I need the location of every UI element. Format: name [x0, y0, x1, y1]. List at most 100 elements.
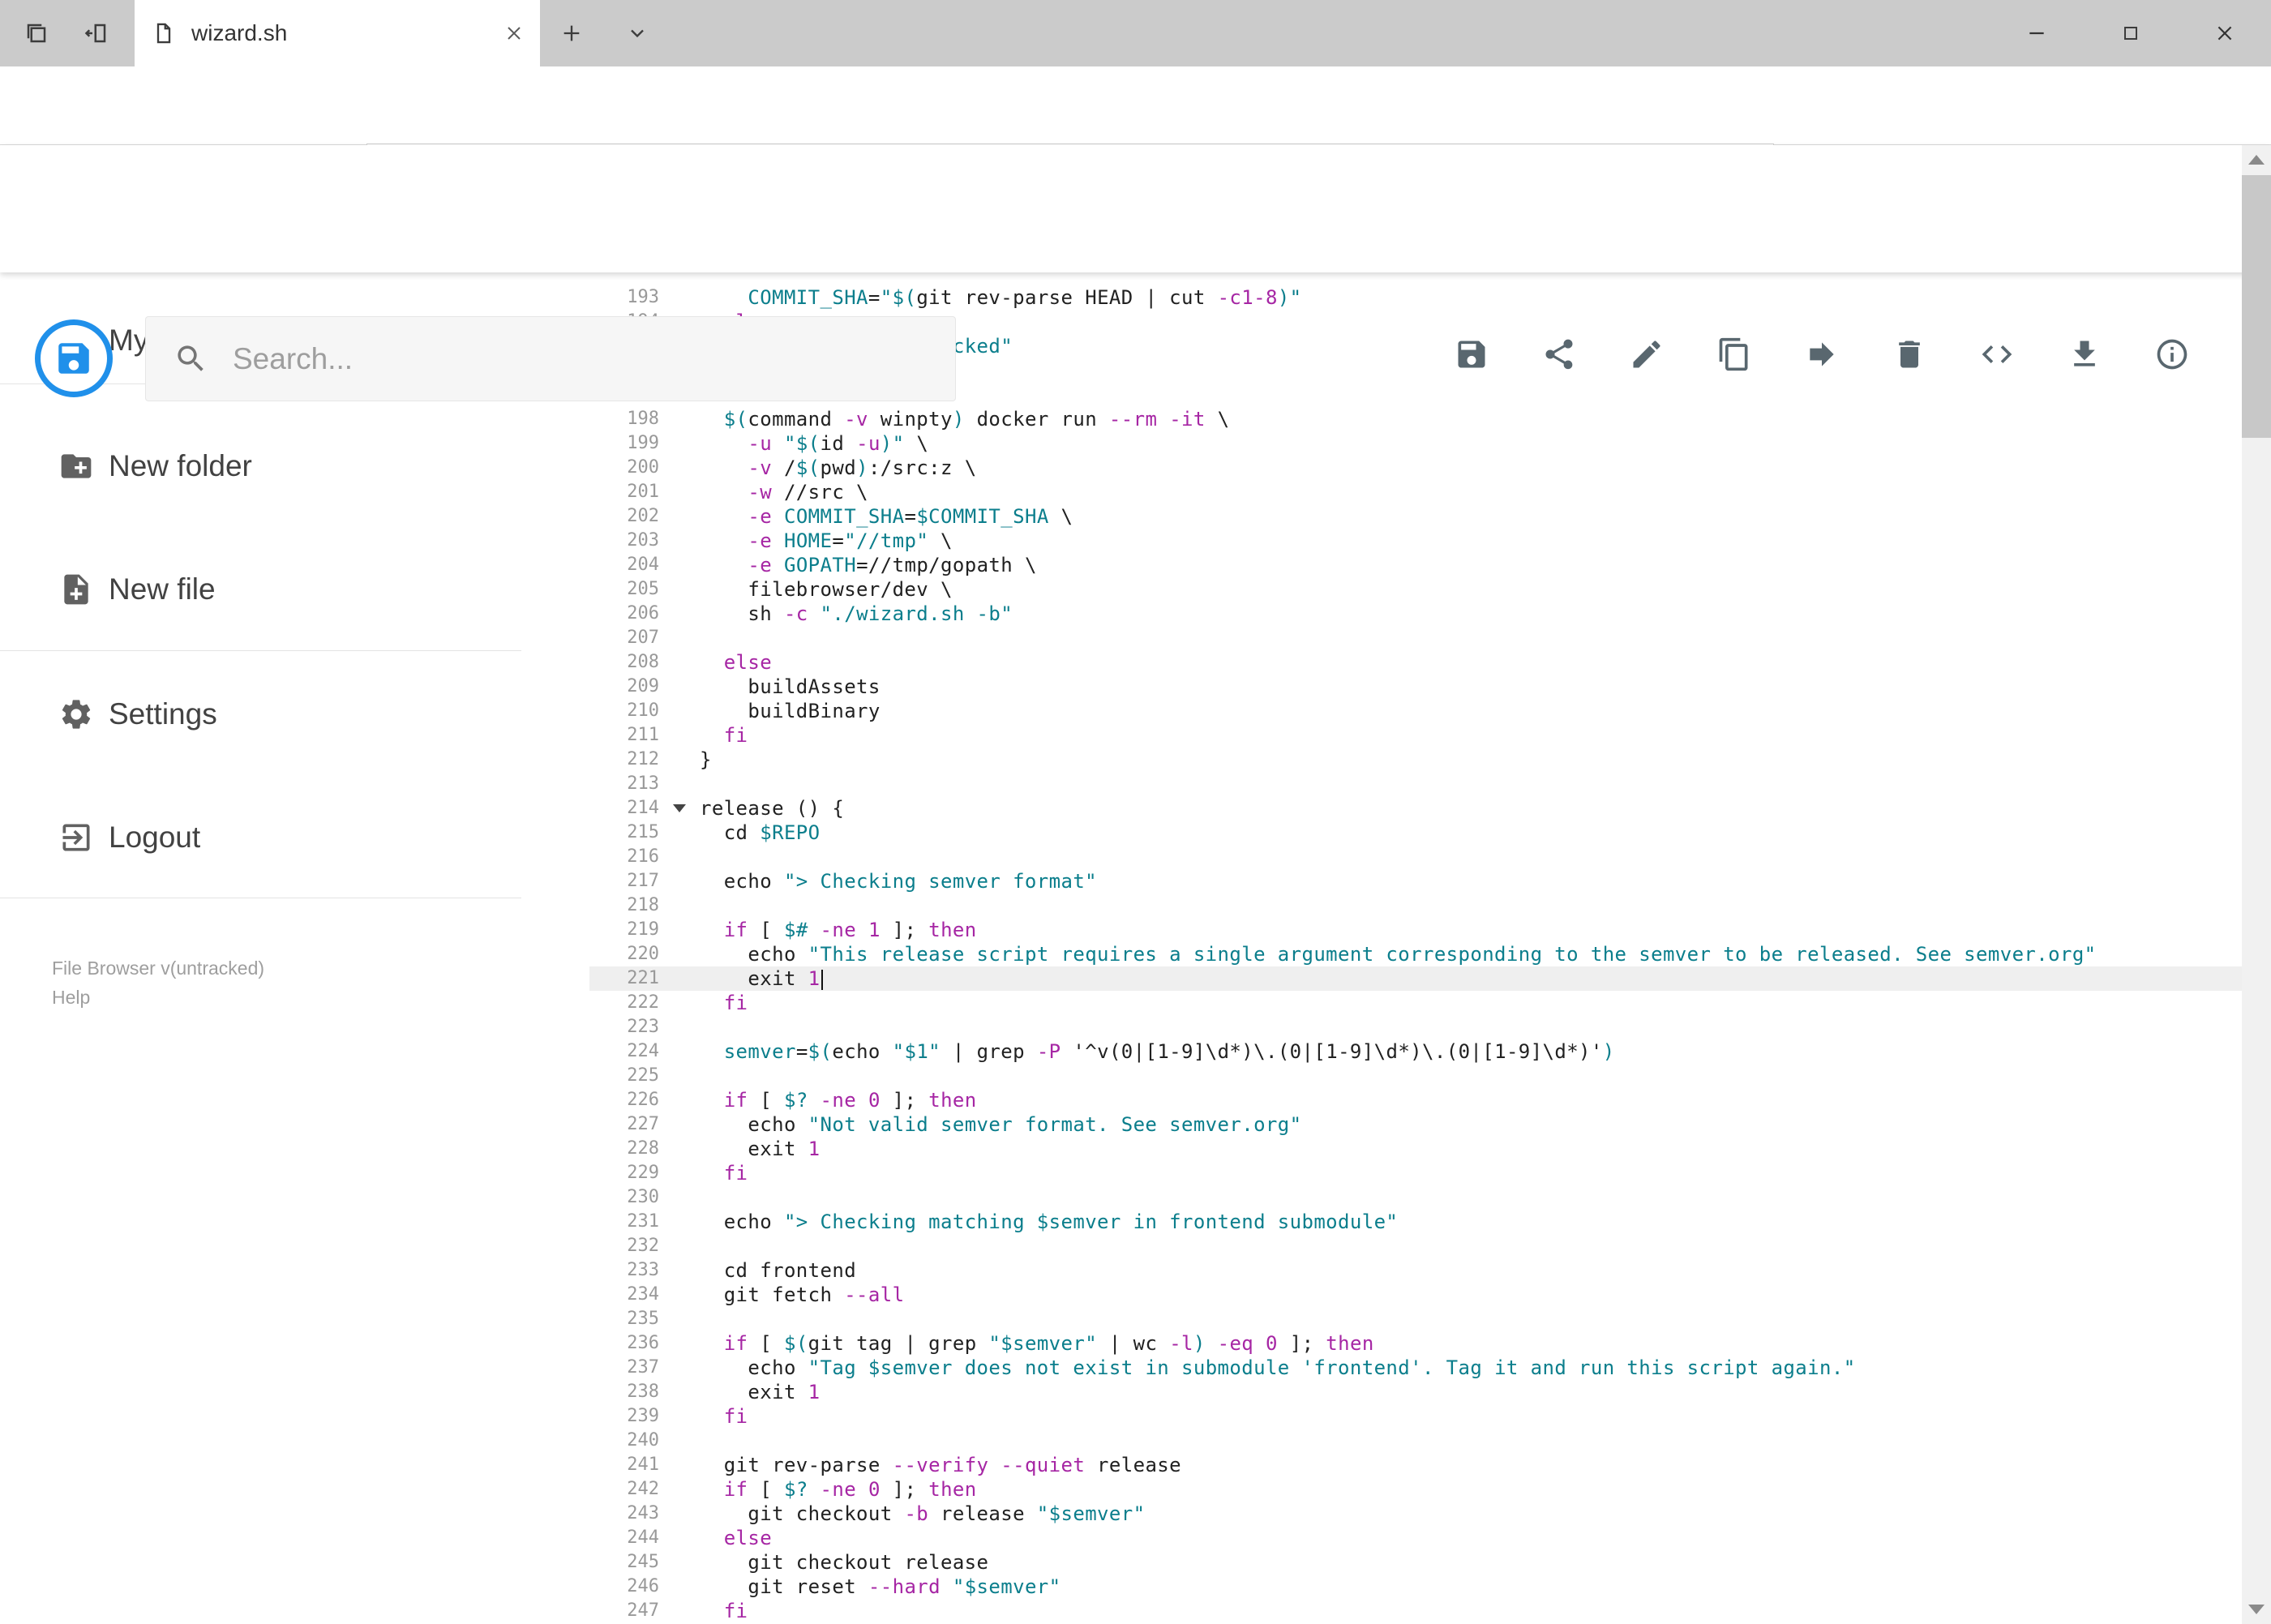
code-line[interactable]: 208 else: [589, 650, 2242, 675]
scrollbar-down-arrow-icon[interactable]: [2248, 1605, 2265, 1614]
window-maximize-button[interactable]: [2090, 0, 2171, 66]
code-line[interactable]: 226 if [ $? -ne 0 ]; then: [589, 1088, 2242, 1112]
code-line[interactable]: 221 exit 1: [589, 966, 2242, 991]
line-number: 208: [627, 652, 659, 672]
code-line[interactable]: 215 cd $REPO: [589, 821, 2242, 845]
code-line[interactable]: 205 filebrowser/dev \: [589, 577, 2242, 602]
code-line[interactable]: 206 sh -c "./wizard.sh -b": [589, 602, 2242, 626]
code-line[interactable]: 242 if [ $? -ne 0 ]; then: [589, 1477, 2242, 1502]
scrollbar-thumb[interactable]: [2242, 175, 2271, 438]
fold-arrow-icon[interactable]: [673, 804, 686, 812]
fold-gutter: [659, 1258, 700, 1283]
sidebar-item-logout[interactable]: Logout: [0, 805, 521, 870]
fold-gutter: [659, 1137, 700, 1161]
code-line[interactable]: 232: [589, 1234, 2242, 1258]
code-line[interactable]: 247 fi: [589, 1599, 2242, 1623]
delete-button[interactable]: [1881, 326, 1938, 383]
line-number: 204: [627, 555, 659, 575]
code-line[interactable]: 210 buildBinary: [589, 699, 2242, 723]
code-line[interactable]: 204 -e GOPATH=//tmp/gopath \: [589, 553, 2242, 577]
fold-gutter: [659, 1453, 700, 1477]
code-line[interactable]: 222 fi: [589, 991, 2242, 1015]
code-line[interactable]: 216: [589, 845, 2242, 869]
code-line[interactable]: 209 buildAssets: [589, 675, 2242, 699]
code-line[interactable]: 231 echo "> Checking matching $semver in…: [589, 1210, 2242, 1234]
code-line[interactable]: 223: [589, 1015, 2242, 1039]
line-number: 226: [627, 1090, 659, 1110]
info-button[interactable]: [2144, 326, 2200, 383]
tab-close-icon[interactable]: [504, 24, 524, 43]
code-text: fi: [723, 992, 748, 1014]
fold-gutter: [659, 772, 700, 796]
code-line[interactable]: 213: [589, 772, 2242, 796]
code-line[interactable]: 200 -v /$(pwd):/src:z \: [589, 456, 2242, 480]
code-line[interactable]: 245 git checkout release: [589, 1550, 2242, 1575]
code-line[interactable]: 234 git fetch --all: [589, 1283, 2242, 1307]
code-line[interactable]: 201 -w //src \: [589, 480, 2242, 504]
code-line[interactable]: 241 git rev-parse --verify --quiet relea…: [589, 1453, 2242, 1477]
code-line[interactable]: 244 else: [589, 1526, 2242, 1550]
help-link[interactable]: Help: [52, 983, 90, 1012]
code-line[interactable]: 207: [589, 626, 2242, 650]
code-line[interactable]: 211 fi: [589, 723, 2242, 748]
code-line[interactable]: 224 semver=$(echo "$1" | grep -P '^v(0|[…: [589, 1039, 2242, 1064]
line-number: 218: [627, 895, 659, 915]
fold-gutter[interactable]: [659, 796, 700, 821]
set-aside-tabs-button[interactable]: [75, 11, 118, 55]
fold-gutter: [659, 991, 700, 1015]
code-line[interactable]: 220 echo "This release script requires a…: [589, 942, 2242, 966]
scrollbar-up-arrow-icon[interactable]: [2248, 155, 2265, 165]
code-line[interactable]: 199 -u "$(id -u)" \: [589, 431, 2242, 456]
code-line[interactable]: 218: [589, 893, 2242, 918]
filebrowser-logo[interactable]: [35, 319, 113, 397]
code-line[interactable]: 214 release () {: [589, 796, 2242, 821]
code-text: fi: [723, 1162, 748, 1185]
code-line[interactable]: 240: [589, 1429, 2242, 1453]
share-button[interactable]: [1531, 326, 1588, 383]
code-line[interactable]: 229 fi: [589, 1161, 2242, 1185]
code-line[interactable]: 236 if [ $(git tag | grep "$semver" | wc…: [589, 1331, 2242, 1356]
code-line[interactable]: 243 git checkout -b release "$semver": [589, 1502, 2242, 1526]
code-line[interactable]: 230: [589, 1185, 2242, 1210]
code-line[interactable]: 239 fi: [589, 1404, 2242, 1429]
code-editor[interactable]: 193 COMMIT_SHA="$(git rev-parse HEAD | c…: [589, 272, 2242, 1624]
window-close-button[interactable]: [2184, 0, 2265, 66]
tab-list-button[interactable]: [615, 11, 659, 55]
code-line[interactable]: 246 git reset --hard "$semver": [589, 1575, 2242, 1599]
raw-code-button[interactable]: [1969, 326, 2025, 383]
code-line[interactable]: 235: [589, 1307, 2242, 1331]
code-line[interactable]: 228 exit 1: [589, 1137, 2242, 1161]
code-line[interactable]: 225: [589, 1064, 2242, 1088]
sidebar-item-settings[interactable]: Settings: [0, 682, 521, 747]
code-line[interactable]: 233 cd frontend: [589, 1258, 2242, 1283]
move-button[interactable]: [1793, 326, 1850, 383]
search-input[interactable]: [231, 341, 880, 377]
tab-preview-button[interactable]: [15, 11, 58, 55]
fold-gutter: [659, 456, 700, 480]
code-line[interactable]: 212}: [589, 748, 2242, 772]
code-line[interactable]: 238 exit 1: [589, 1380, 2242, 1404]
code-line[interactable]: 227 echo "Not valid semver format. See s…: [589, 1112, 2242, 1137]
edit-button[interactable]: [1618, 326, 1675, 383]
save-button[interactable]: [1443, 326, 1500, 383]
code-line[interactable]: 219 if [ $# -ne 1 ]; then: [589, 918, 2242, 942]
download-button[interactable]: [2056, 326, 2113, 383]
copy-button[interactable]: [1706, 326, 1763, 383]
sidebar-item-new-file[interactable]: New file: [0, 557, 521, 622]
sidebar-item-new-folder[interactable]: New folder: [0, 434, 521, 499]
new-tab-button[interactable]: [550, 11, 593, 55]
code-text: buildBinary: [700, 700, 881, 722]
code-line[interactable]: 203 -e HOME="//tmp" \: [589, 529, 2242, 553]
code-line[interactable]: 202 -e COMMIT_SHA=$COMMIT_SHA \: [589, 504, 2242, 529]
fold-gutter: [659, 650, 700, 675]
browser-tab[interactable]: wizard.sh: [135, 0, 540, 66]
code-text: buildAssets: [700, 675, 881, 698]
code-text: exit 1: [700, 966, 823, 991]
search-box[interactable]: [145, 316, 956, 401]
fold-gutter: [659, 626, 700, 650]
code-line[interactable]: 217 echo "> Checking semver format": [589, 869, 2242, 893]
code-line[interactable]: 237 echo "Tag $semver does not exist in …: [589, 1356, 2242, 1380]
window-minimize-button[interactable]: [1996, 0, 2077, 66]
line-number: 222: [627, 992, 659, 1013]
page-scrollbar[interactable]: [2242, 145, 2271, 1624]
